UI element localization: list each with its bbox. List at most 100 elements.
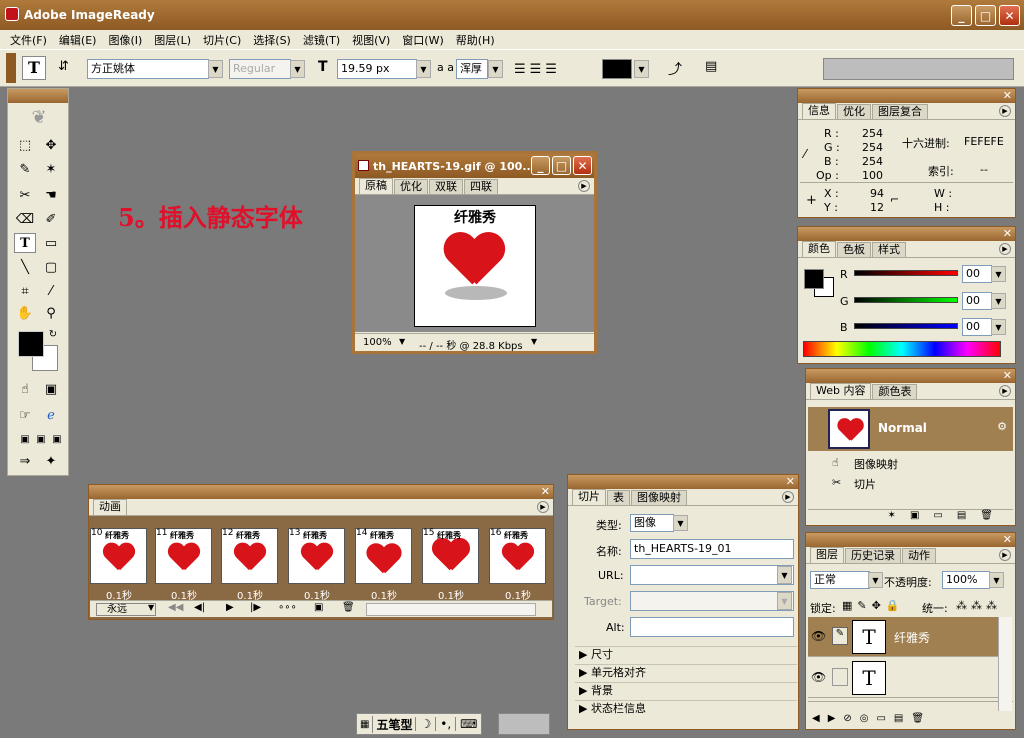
type-tool-button-icon[interactable]: T <box>14 233 36 253</box>
web-new-slice-icon[interactable]: ▣ <box>910 510 919 523</box>
tab-layers[interactable]: 图层 <box>810 547 844 563</box>
frame-delay[interactable]: 0.1秒 <box>489 587 547 602</box>
palette-well[interactable] <box>823 58 1014 80</box>
layers-scrollbar[interactable] <box>998 617 1012 711</box>
minimize-button[interactable]: _ <box>951 5 972 26</box>
web-slices-label[interactable]: 切片 <box>854 476 876 492</box>
delete-frame-icon[interactable]: 🗑 <box>342 602 355 613</box>
doc-close-button[interactable]: ✕ <box>573 156 592 175</box>
move-tool-icon[interactable]: ✥ <box>40 135 62 155</box>
slice-type-select[interactable]: 图像 <box>630 514 674 532</box>
green-value-input[interactable]: 00 <box>962 292 992 310</box>
opacity-dropdown-icon[interactable]: ▼ <box>989 572 1004 588</box>
menu-window[interactable]: 窗口(W) <box>396 32 449 48</box>
blend-mode-dropdown-icon[interactable]: ▼ <box>868 572 883 588</box>
green-slider[interactable] <box>854 297 958 303</box>
menu-view[interactable]: 视图(V) <box>346 32 396 48</box>
info-panel-header[interactable]: ✕ <box>798 89 1015 103</box>
web-state-options-icon[interactable]: ⚙ <box>997 420 1007 433</box>
web-new-rollover-icon[interactable]: ✶ <box>888 510 896 523</box>
frame-delay[interactable]: 0.1秒 <box>155 587 213 602</box>
slice-tool-icon[interactable]: ✂ <box>14 185 36 205</box>
tab-swatches[interactable]: 色板 <box>837 242 871 257</box>
ime-mode[interactable]: 五笔型 <box>372 715 415 733</box>
font-family-dropdown-icon[interactable]: ▼ <box>208 60 223 78</box>
align-buttons[interactable]: ☰☰☰ <box>514 62 561 77</box>
zoom-level[interactable]: 100% <box>363 337 392 348</box>
ime-keyboard-icon[interactable]: ⌨ <box>455 717 481 731</box>
antialias-dropdown-icon[interactable]: ▼ <box>488 60 503 78</box>
menu-help[interactable]: 帮助(H) <box>450 32 501 48</box>
jump-to-photoshop-icon[interactable]: ⇒ <box>14 451 36 471</box>
layer-name[interactable]: 纤雅秀 <box>894 629 930 646</box>
web-content-close-icon[interactable]: ✕ <box>1003 369 1012 382</box>
layers-close-icon[interactable]: ✕ <box>1003 533 1012 546</box>
ime-punctuation-icon[interactable]: •, <box>435 717 455 731</box>
font-style-select[interactable]: Regular <box>229 59 291 79</box>
tab-actions[interactable]: 动作 <box>902 548 936 563</box>
layer-row[interactable]: 👁 T <box>808 658 998 698</box>
layer-link-box[interactable] <box>832 668 848 686</box>
slice-type-dropdown-icon[interactable]: ▼ <box>673 515 688 531</box>
tab-history[interactable]: 历史记录 <box>845 548 901 563</box>
slice-alt-input[interactable] <box>630 617 794 637</box>
ime-halfwidth-icon[interactable]: ☽ <box>415 717 435 731</box>
doc-maximize-button[interactable]: □ <box>552 156 571 175</box>
tab-info[interactable]: 信息 <box>802 103 836 119</box>
download-status[interactable]: -- / -- 秒 @ 28.8 Kbps <box>419 337 523 352</box>
section-dimensions[interactable]: ▶ 尺寸 <box>575 646 797 663</box>
layers-header[interactable]: ✕ <box>806 533 1015 547</box>
menu-slices[interactable]: 切片(C) <box>197 32 247 48</box>
first-frame-icon[interactable]: ◀◀ <box>168 602 183 613</box>
lock-icons[interactable]: ▦✎✥🔒 <box>842 599 905 612</box>
tab-imagemap[interactable]: 图像映射 <box>631 490 687 505</box>
tab-layer-comps[interactable]: 图层复合 <box>872 104 928 119</box>
brush-tool-icon[interactable]: ✐ <box>40 209 62 229</box>
doc-tab-menu-icon[interactable]: ▶ <box>578 180 590 192</box>
blend-mode-select[interactable]: 正常 <box>810 571 870 589</box>
animation-frame[interactable]: 纤雅秀 11 0.1秒 <box>155 528 213 602</box>
blue-slider[interactable] <box>854 323 958 329</box>
font-style-dropdown-icon[interactable]: ▼ <box>290 60 305 78</box>
prev-frame-icon[interactable]: ◀| <box>194 602 205 613</box>
red-slider[interactable] <box>854 270 958 276</box>
animation-menu-icon[interactable]: ▶ <box>537 501 549 513</box>
web-content-normal-row[interactable]: Normal ⚙ <box>808 407 1013 451</box>
tab-original[interactable]: 原稿 <box>359 178 393 194</box>
type-tool-icon[interactable]: T <box>22 56 46 80</box>
play-icon[interactable]: ▶ <box>226 602 234 613</box>
tab-styles[interactable]: 样式 <box>872 242 906 257</box>
web-new-imagemap-icon[interactable]: ▭ <box>933 510 942 523</box>
toolbox-header[interactable] <box>8 89 68 103</box>
palettes-icon[interactable]: ▤ <box>705 59 717 74</box>
close-button[interactable]: ✕ <box>999 5 1020 26</box>
eyedropper-tool-icon[interactable]: ⁄ <box>40 281 62 301</box>
tab-4up[interactable]: 四联 <box>464 179 498 194</box>
layer-edit-icon[interactable]: ✎ <box>832 627 848 645</box>
edit-in-photoshop-icon[interactable]: ✦ <box>40 451 62 471</box>
preview-browser-icon[interactable]: ℯ <box>40 405 62 425</box>
tab-animation[interactable]: 动画 <box>93 499 127 515</box>
web-content-header[interactable]: ✕ <box>806 369 1015 383</box>
menu-edit[interactable]: 编辑(E) <box>53 32 103 48</box>
ime-logo-icon[interactable]: ▦ <box>357 719 372 730</box>
doc-minimize-button[interactable]: _ <box>531 156 550 175</box>
web-duplicate-icon[interactable]: ▤ <box>957 510 966 523</box>
color-ramp[interactable] <box>803 341 1001 357</box>
animation-scrollbar[interactable] <box>366 603 536 616</box>
frame-delay[interactable]: 0.1秒 <box>422 587 480 602</box>
layer-row-active[interactable]: 👁 ✎ T 纤雅秀 <box>808 617 998 657</box>
animation-frame[interactable]: 纤雅秀 12 0.1秒 <box>221 528 279 602</box>
frame-delay[interactable]: 0.1秒 <box>355 587 413 602</box>
next-frame-icon[interactable]: |▶ <box>250 602 261 613</box>
animation-frame[interactable]: 纤雅秀 16 0.1秒 <box>489 528 547 602</box>
section-status-bar[interactable]: ▶ 状态栏信息 <box>575 700 797 717</box>
animation-frame[interactable]: 纤雅秀 13 0.1秒 <box>288 528 346 602</box>
menu-image[interactable]: 图像(I) <box>102 32 148 48</box>
loop-select[interactable]: 永远 <box>96 603 156 616</box>
loop-dropdown-icon[interactable]: ▼ <box>148 603 154 612</box>
menu-filter[interactable]: 滤镜(T) <box>297 32 346 48</box>
color-close-icon[interactable]: ✕ <box>1003 227 1012 240</box>
hand-tool-icon[interactable]: ✋ <box>14 303 36 323</box>
text-orientation-icon[interactable]: ⇵ <box>58 59 69 74</box>
